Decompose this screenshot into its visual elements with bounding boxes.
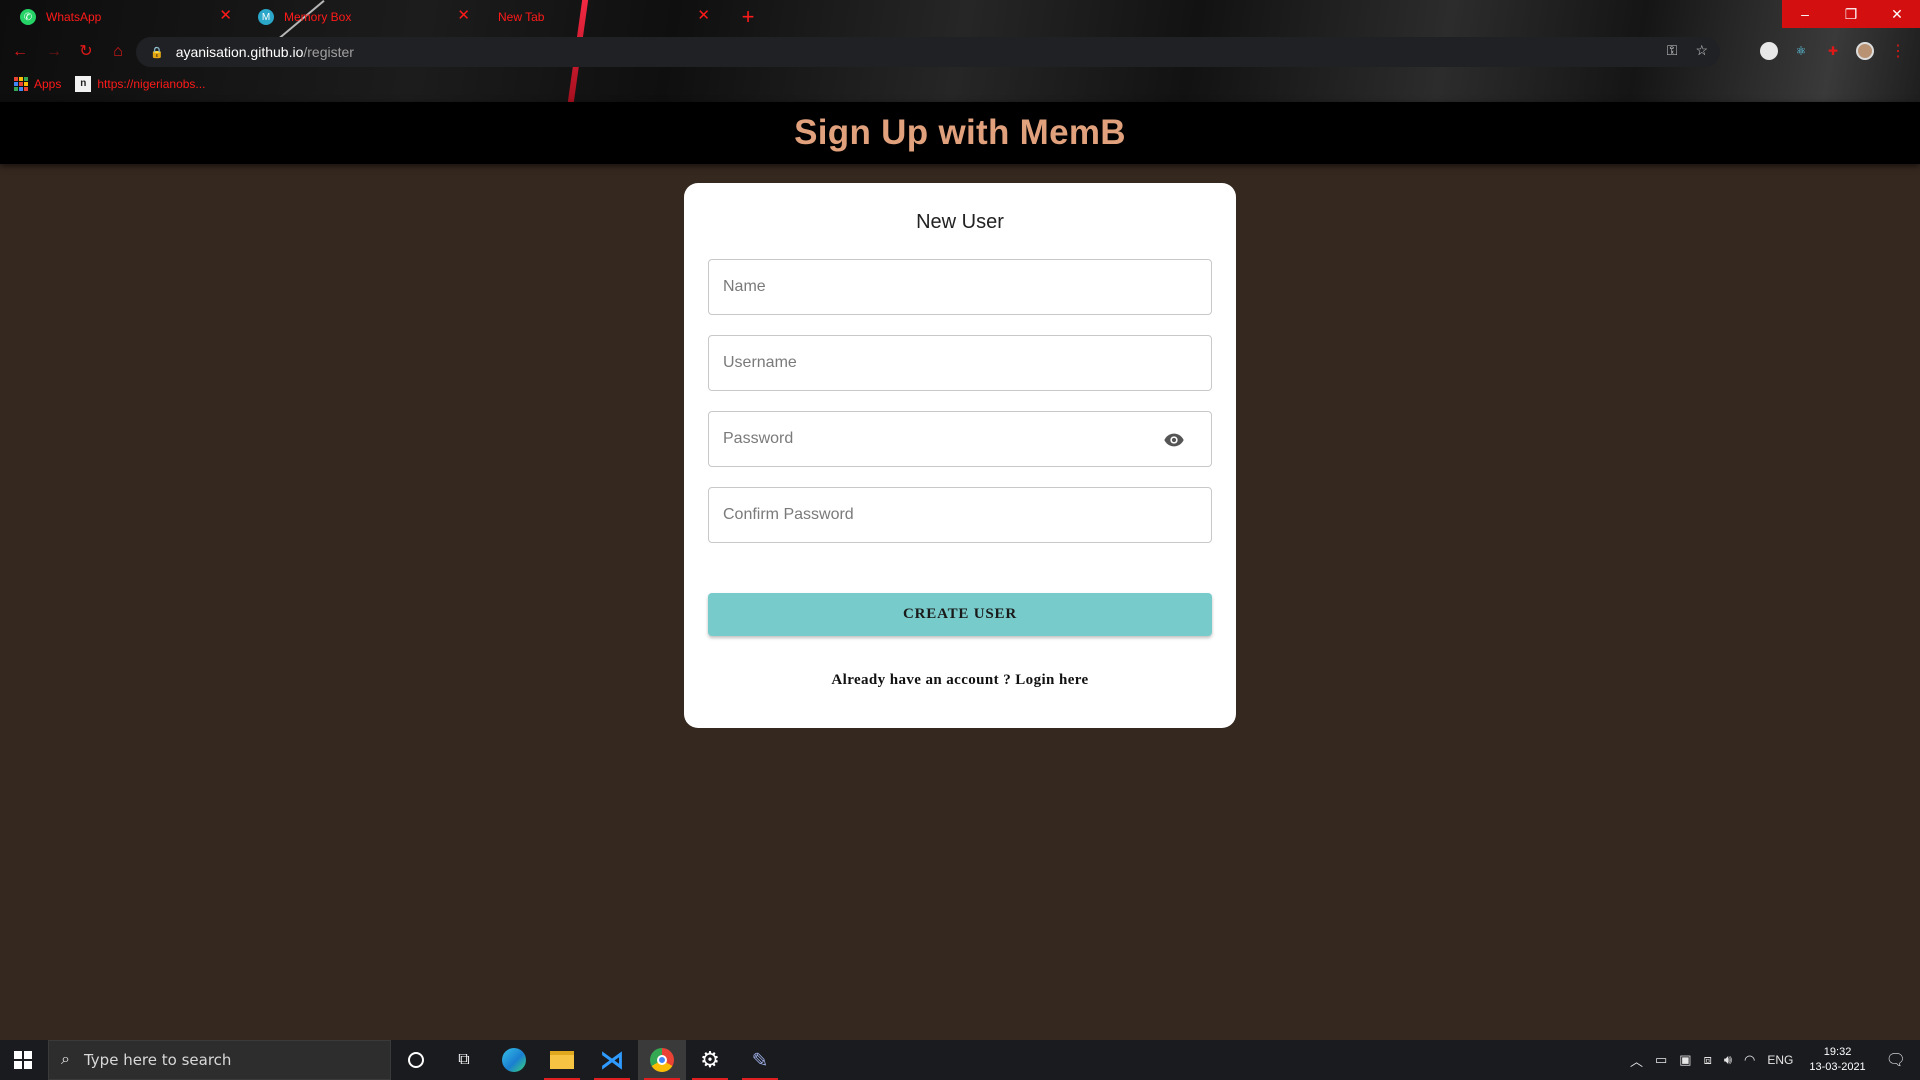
minimize-icon[interactable]: – <box>1782 0 1828 28</box>
search-placeholder: Type here to search <box>83 1051 232 1069</box>
start-button[interactable] <box>0 1040 46 1080</box>
tab-close-icon[interactable]: ✕ <box>457 8 470 24</box>
card-title: New User <box>916 211 1004 233</box>
forward-arrow-icon[interactable]: → <box>44 42 64 62</box>
password-input[interactable] <box>723 430 1163 448</box>
close-window-icon[interactable]: ✕ <box>1874 0 1920 28</box>
tab-title: New Tab <box>498 10 545 24</box>
name-field[interactable] <box>708 259 1212 315</box>
tab-close-icon[interactable]: ✕ <box>697 8 710 24</box>
browser-chrome: ✆ WhatsApp ✕ M Memory Box ✕ New Tab ✕ + … <box>0 0 1920 102</box>
window-controls: – ❐ ✕ <box>1782 0 1920 28</box>
react-devtools-icon[interactable]: ⚛ <box>1792 42 1810 60</box>
username-field[interactable] <box>708 335 1212 391</box>
clock-time: 19:32 <box>1823 1046 1852 1058</box>
edge-icon[interactable] <box>490 1040 538 1080</box>
login-prompt: Already have an account ? Login here <box>684 672 1236 689</box>
url-host: ayanisation.github.io <box>175 44 304 60</box>
tab-title: Memory Box <box>284 10 352 24</box>
device-icon[interactable]: ▣ <box>1679 1052 1691 1068</box>
bookmark-nigerianobs[interactable]: n https://nigerianobs... <box>75 76 205 92</box>
new-tab-plus-icon[interactable]: + <box>736 6 760 28</box>
clock[interactable]: 19:32 13-03-2021 <box>1809 1045 1865 1075</box>
system-tray: ︿ ▭ ▣ ⧈ 🔊︎ ◠ ENG 19:32 13-03-2021 🗨︎ <box>1624 1040 1920 1080</box>
extension-circle-icon[interactable] <box>1760 42 1778 60</box>
bookmark-apps[interactable]: Apps <box>14 77 61 91</box>
tab-memory-box[interactable]: M Memory Box ✕ <box>238 0 480 34</box>
restore-icon[interactable]: ❐ <box>1828 0 1874 28</box>
back-arrow-icon[interactable]: ← <box>10 42 30 62</box>
page-title: Sign Up with MemB <box>794 113 1126 152</box>
browser-toolbar: ← → ↻ ⌂ 🔒 ayanisation.github.io/register… <box>0 34 1920 70</box>
cortana-icon[interactable] <box>392 1040 440 1080</box>
signup-card: New User CREATE USER Already have an acc… <box>684 183 1236 728</box>
whatsapp-icon: ✆ <box>20 9 36 25</box>
extensions-puzzle-icon[interactable]: ✚ <box>1824 42 1842 60</box>
paint-app-icon[interactable]: ✎ <box>736 1040 784 1080</box>
bookmark-favicon: n <box>75 76 92 92</box>
eye-visibility-icon[interactable] <box>1163 429 1185 451</box>
profile-avatar[interactable] <box>1856 42 1874 60</box>
name-input[interactable] <box>723 278 1163 296</box>
create-user-button[interactable]: CREATE USER <box>708 593 1212 636</box>
taskbar-search[interactable]: ⌕ Type here to search <box>48 1040 391 1080</box>
confirm-password-input[interactable] <box>723 506 1163 524</box>
vscode-icon[interactable]: ⋊ <box>588 1040 636 1080</box>
language-indicator[interactable]: ENG <box>1767 1053 1793 1067</box>
clock-date: 13-03-2021 <box>1809 1061 1866 1073</box>
network-alert-icon[interactable]: ⧈ <box>1704 1052 1712 1068</box>
password-field[interactable] <box>708 411 1212 467</box>
home-icon[interactable]: ⌂ <box>108 42 128 62</box>
bookmark-label: Apps <box>34 77 62 91</box>
search-icon: ⌕ <box>61 1051 70 1068</box>
lock-icon: 🔒 <box>150 46 164 59</box>
login-link[interactable]: Login here <box>1015 672 1088 688</box>
tab-strip: ✆ WhatsApp ✕ M Memory Box ✕ New Tab ✕ + <box>0 0 1920 34</box>
chrome-icon[interactable] <box>638 1040 686 1080</box>
notifications-icon[interactable]: 🗨︎ <box>1886 1050 1906 1070</box>
login-prompt-text: Already have an account ? <box>831 672 1012 688</box>
tab-close-icon[interactable]: ✕ <box>219 8 232 24</box>
windows-logo-icon <box>14 1051 32 1069</box>
chevron-up-icon[interactable]: ︿ <box>1630 1051 1643 1070</box>
tab-whatsapp[interactable]: ✆ WhatsApp ✕ <box>0 0 242 34</box>
url-path: /register <box>303 44 354 60</box>
volume-icon[interactable]: 🔊︎ <box>1724 1052 1732 1068</box>
menu-kebab-icon[interactable]: ⋮ <box>1888 42 1908 62</box>
apps-grid-icon <box>14 77 28 91</box>
file-explorer-icon[interactable] <box>538 1040 586 1080</box>
key-icon[interactable]: ⚿ <box>1667 42 1678 59</box>
reload-icon[interactable]: ↻ <box>76 42 96 62</box>
task-view-icon[interactable]: ⧉ <box>440 1040 488 1080</box>
battery-icon[interactable]: ▭ <box>1655 1052 1667 1068</box>
settings-gear-icon[interactable]: ⚙ <box>686 1040 734 1080</box>
bookmark-star-icon[interactable]: ☆ <box>1695 42 1708 59</box>
app-header: Sign Up with MemB <box>0 102 1920 164</box>
confirm-password-field[interactable] <box>708 487 1212 543</box>
memory-box-favicon: M <box>258 9 274 25</box>
address-bar[interactable]: 🔒 ayanisation.github.io/register ⚿ ☆ <box>136 37 1720 67</box>
username-input[interactable] <box>723 354 1163 372</box>
tab-new-tab[interactable]: New Tab ✕ <box>478 0 720 34</box>
windows-taskbar: ⌕ Type here to search ⧉ ⋊ ⚙ ✎ ︿ ▭ ▣ ⧈ 🔊︎… <box>0 1040 1920 1080</box>
bookmarks-bar: Apps n https://nigerianobs... <box>0 70 1920 98</box>
bookmark-label: https://nigerianobs... <box>97 77 206 91</box>
wifi-icon[interactable]: ◠ <box>1744 1052 1755 1068</box>
tab-title: WhatsApp <box>46 10 102 24</box>
